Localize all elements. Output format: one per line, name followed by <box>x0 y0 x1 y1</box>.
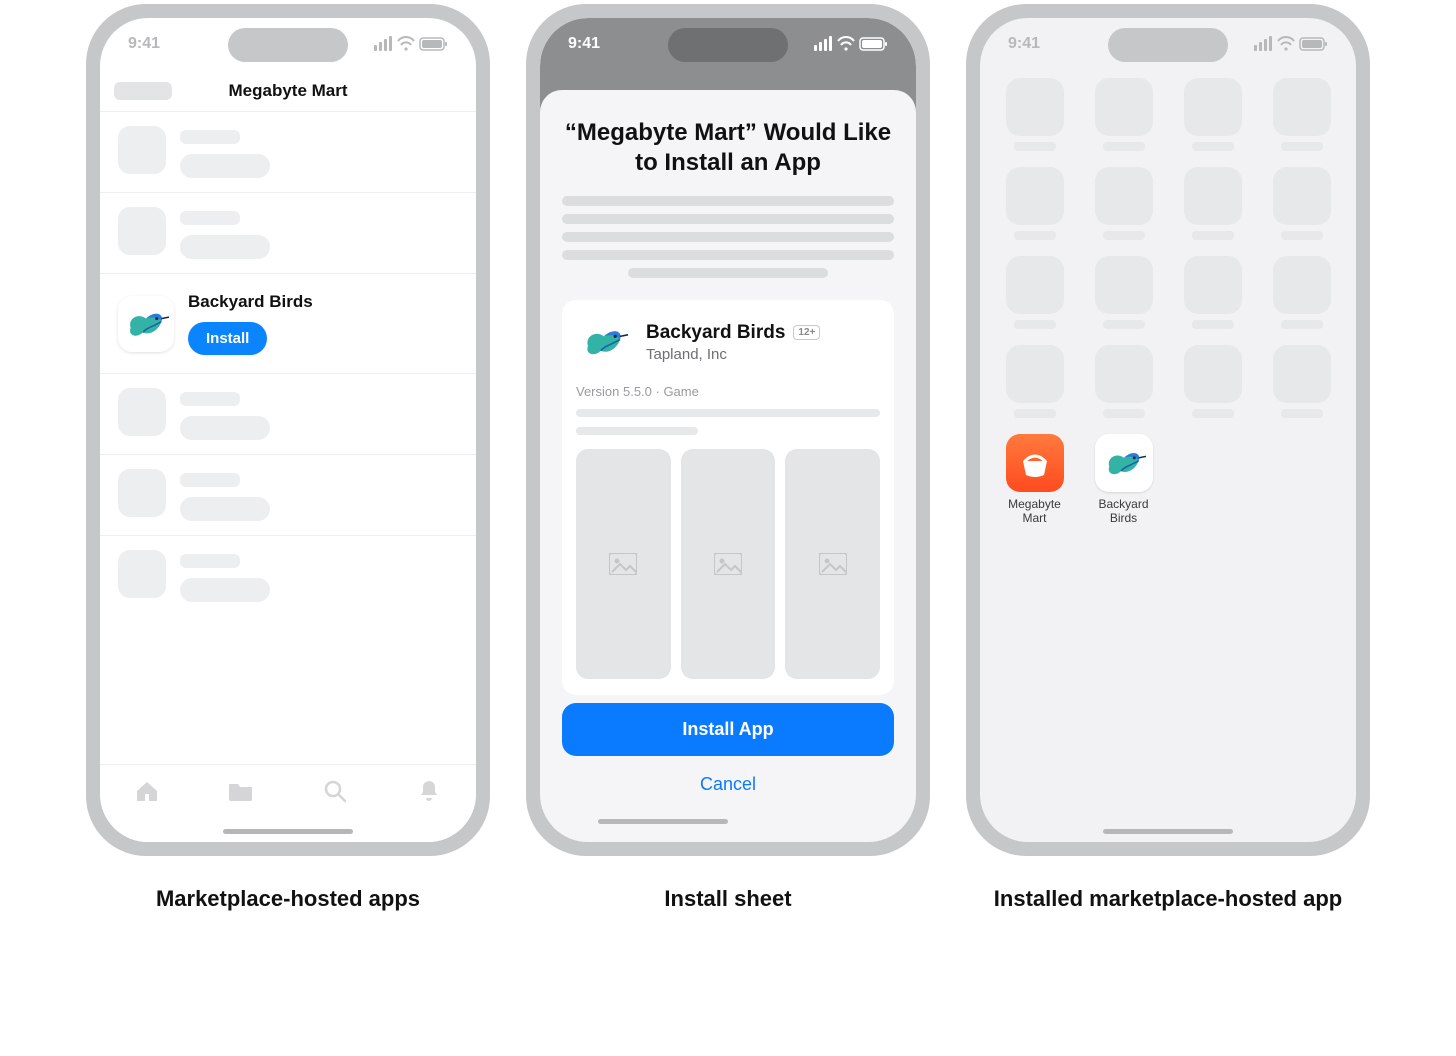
install-sheet: “Megabyte Mart” Would Like to Install an… <box>540 90 916 842</box>
app-placeholder[interactable] <box>1261 167 1342 240</box>
status-time: 9:41 <box>128 35 160 53</box>
backyard-birds-icon <box>576 314 632 370</box>
app-placeholder[interactable] <box>1172 167 1253 240</box>
status-icons <box>814 35 888 53</box>
app-grid: Megabyte Mart Backyard Birds <box>994 78 1342 526</box>
status-icons <box>374 35 448 53</box>
list-item[interactable] <box>100 193 476 274</box>
app-card: Backyard Birds 12+ Tapland, Inc Version … <box>562 300 894 695</box>
sheet-actions: Install App Cancel <box>562 703 894 824</box>
dynamic-island <box>228 28 348 62</box>
list-item[interactable] <box>100 536 476 616</box>
app-icon-placeholder <box>118 550 166 598</box>
sheet-title: “Megabyte Mart” Would Like to Install an… <box>562 118 894 178</box>
backyard-birds-icon <box>118 296 174 352</box>
phone-screen-2: 9:41 “Megabyte Mart” Would Like to Insta… <box>540 18 916 842</box>
age-rating-badge: 12+ <box>793 325 820 340</box>
screen3-column: 9:41 <box>966 4 1370 912</box>
app-placeholder[interactable] <box>994 256 1075 329</box>
screenshot-placeholder <box>681 449 776 679</box>
phone-frame-2: 9:41 “Megabyte Mart” Would Like to Insta… <box>526 4 930 856</box>
list-item[interactable] <box>100 112 476 193</box>
app-placeholder[interactable] <box>1261 345 1342 418</box>
app-list: Backyard Birds Install <box>100 112 476 616</box>
dynamic-island <box>668 28 788 62</box>
search-icon[interactable] <box>315 777 355 805</box>
screen2-column: 9:41 “Megabyte Mart” Would Like to Insta… <box>526 4 930 912</box>
app-icon-placeholder <box>118 207 166 255</box>
cancel-button[interactable]: Cancel <box>692 766 764 803</box>
app-row-backyard-birds[interactable]: Backyard Birds Install <box>100 274 476 374</box>
bell-icon[interactable] <box>409 777 449 805</box>
app-placeholder[interactable] <box>1083 345 1164 418</box>
app-icon-placeholder <box>118 469 166 517</box>
text-placeholder <box>576 409 880 417</box>
app-meta: Version 5.5.0 · Game <box>576 384 880 399</box>
app-placeholder[interactable] <box>1261 78 1342 151</box>
three-phone-layout: 9:41 Megabyte Mart <box>84 4 1372 912</box>
home-icon[interactable] <box>127 777 167 805</box>
phone-frame-3: 9:41 <box>966 4 1370 856</box>
list-item[interactable] <box>100 455 476 536</box>
app-placeholder[interactable] <box>994 167 1075 240</box>
phone-screen-3: 9:41 <box>980 18 1356 842</box>
megabyte-mart-icon <box>1006 434 1064 492</box>
app-placeholder[interactable] <box>1172 345 1253 418</box>
caption-3: Installed marketplace-hosted app <box>994 886 1342 912</box>
home-indicator <box>1103 829 1233 834</box>
install-app-button[interactable]: Install App <box>562 703 894 756</box>
dynamic-island <box>1108 28 1228 62</box>
install-button[interactable]: Install <box>188 322 267 355</box>
app-icon-placeholder <box>118 388 166 436</box>
screenshot-placeholder <box>576 449 671 679</box>
app-placeholder[interactable] <box>994 345 1075 418</box>
caption-2: Install sheet <box>664 886 791 912</box>
app-icon-placeholder <box>118 126 166 174</box>
app-card-title: Backyard Birds 12+ <box>646 322 820 344</box>
home-screen: Megabyte Mart Backyard Birds <box>980 70 1356 534</box>
home-indicator <box>223 829 353 834</box>
caption-1: Marketplace-hosted apps <box>156 886 420 912</box>
folder-icon[interactable] <box>221 777 261 805</box>
app-placeholder[interactable] <box>994 78 1075 151</box>
app-placeholder[interactable] <box>1083 167 1164 240</box>
text-placeholder <box>576 427 698 435</box>
screenshot-placeholder <box>785 449 880 679</box>
app-publisher: Tapland, Inc <box>646 346 820 363</box>
screenshots-row <box>576 449 880 679</box>
back-button-placeholder[interactable] <box>114 82 172 100</box>
home-indicator <box>598 819 728 824</box>
app-backyard-birds[interactable]: Backyard Birds <box>1083 434 1164 526</box>
nav-title: Megabyte Mart <box>228 81 347 101</box>
status-time: 9:41 <box>568 35 600 53</box>
app-placeholder[interactable] <box>1172 256 1253 329</box>
app-megabyte-mart[interactable]: Megabyte Mart <box>994 434 1075 526</box>
tab-bar <box>100 764 476 842</box>
list-item[interactable] <box>100 374 476 455</box>
screen1-column: 9:41 Megabyte Mart <box>86 4 490 912</box>
app-placeholder[interactable] <box>1083 256 1164 329</box>
app-label: Backyard Birds <box>1085 498 1163 526</box>
sheet-description-placeholder <box>562 196 894 278</box>
app-placeholder[interactable] <box>1083 78 1164 151</box>
app-placeholder[interactable] <box>1172 78 1253 151</box>
status-time: 9:41 <box>1008 35 1040 53</box>
phone-frame-1: 9:41 Megabyte Mart <box>86 4 490 856</box>
nav-bar: Megabyte Mart <box>100 70 476 112</box>
phone-screen-1: 9:41 Megabyte Mart <box>100 18 476 842</box>
backyard-birds-icon <box>1095 434 1153 492</box>
app-placeholder[interactable] <box>1261 256 1342 329</box>
app-label: Megabyte Mart <box>996 498 1074 526</box>
status-icons <box>1254 35 1328 53</box>
app-title: Backyard Birds <box>188 292 313 312</box>
